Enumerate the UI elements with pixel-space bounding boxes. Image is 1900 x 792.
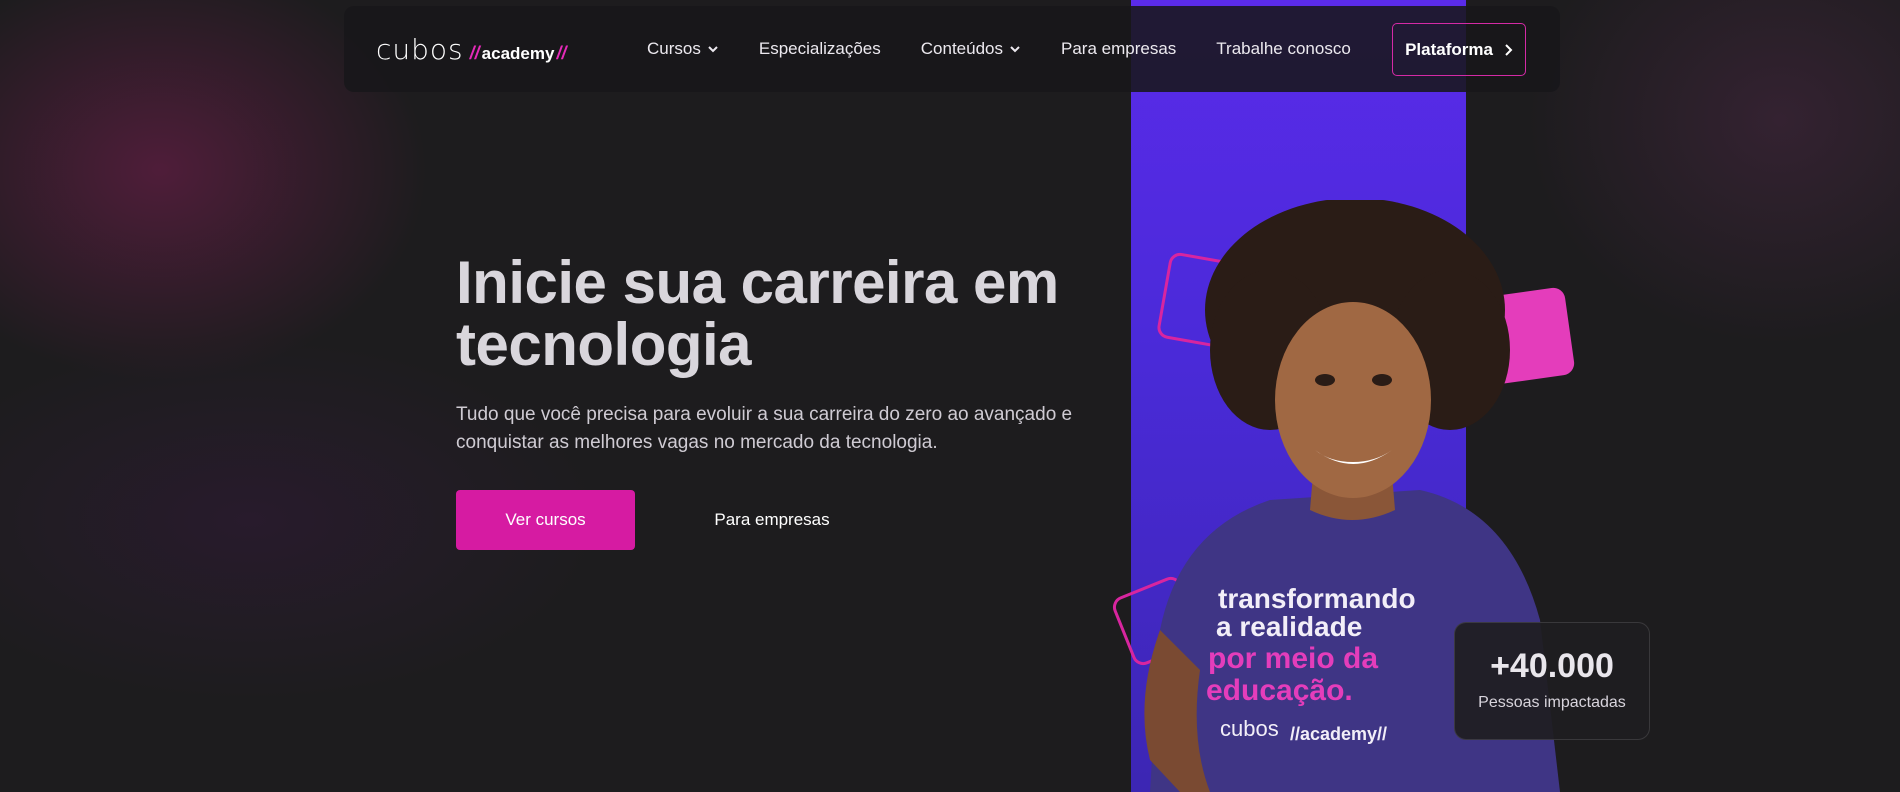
nav-links: Cursos Especializações Conteúdos Para em… [647,6,1391,92]
nav-item-especializacoes[interactable]: Especializações [759,39,881,59]
chevron-down-icon [1010,46,1020,53]
stat-value: +40.000 [1490,647,1614,685]
top-navbar: cubos // academy // Cursos Especializaçõ… [344,6,1560,92]
shirt-text-4: educação. [1206,674,1353,707]
shirt-text-1: transformando [1218,583,1416,614]
nav-item-label: Cursos [647,39,701,58]
nav-item-label: Para empresas [1061,39,1177,58]
hero-subtitle: Tudo que você precisa para evoluir a sua… [456,404,1073,453]
shirt-brand: cubos [1220,716,1279,741]
brand-logo[interactable]: cubos // academy // [376,36,566,64]
chevron-right-icon [1505,43,1513,56]
shirt-text-3: por meio da [1208,642,1378,675]
nav-item-label: Conteúdos [920,39,1003,58]
chevron-down-icon [708,46,718,53]
logo-academy: academy [481,44,555,63]
nav-item-conteudos[interactable]: Conteúdos [921,39,1021,59]
nav-item-cursos[interactable]: Cursos [647,39,719,59]
hero-title: Inicie sua carreira em tecnologia [456,249,1059,378]
ver-cursos-button[interactable]: Ver cursos [456,490,635,550]
logo-wordmark: cubos [376,33,464,66]
stat-label: Pessoas impactadas [1478,694,1626,711]
nav-item-label: Especializações [758,39,881,58]
shirt-text-2: a realidade [1216,611,1362,642]
plataforma-button[interactable]: Plataforma [1392,23,1526,76]
logo-slash: // [469,43,480,63]
plataforma-button-label: Plataforma [1405,39,1493,59]
para-empresas-button[interactable]: Para empresas [680,490,864,550]
stat-card: +40.000 Pessoas impactadas [1454,622,1650,740]
logo-slash-end: // [556,43,567,63]
nav-item-trabalhe-conosco[interactable]: Trabalhe conosco [1216,39,1351,59]
shirt-brand-sub: //academy// [1290,724,1387,744]
nav-item-label: Trabalhe conosco [1216,39,1351,58]
nav-item-para-empresas[interactable]: Para empresas [1061,39,1176,59]
